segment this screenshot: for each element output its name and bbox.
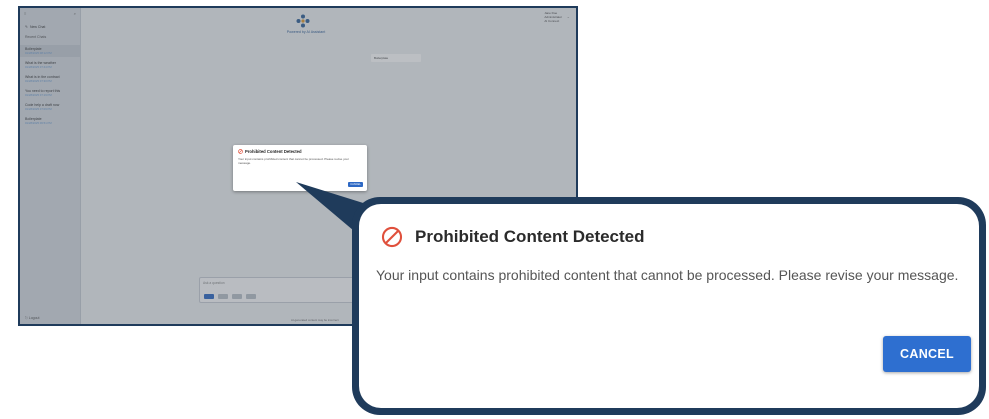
dialog: Prohibited Content Detected Your input c… — [359, 204, 979, 408]
cancel-button[interactable]: CANCEL — [883, 336, 971, 372]
prohibited-icon — [238, 149, 243, 154]
dialog-message: Your input contains prohibited content t… — [376, 267, 959, 283]
mini-dialog-header: Prohibited Content Detected — [238, 149, 362, 154]
prohibited-icon — [381, 226, 403, 248]
mini-dialog-message: Your input contains prohibited content t… — [238, 157, 349, 165]
mini-dialog: Prohibited Content Detected Your input c… — [233, 145, 367, 191]
dialog-header: Prohibited Content Detected — [381, 226, 645, 248]
mini-dialog-title: Prohibited Content Detected — [245, 149, 302, 154]
zoomed-dialog-frame: Prohibited Content Detected Your input c… — [352, 197, 986, 415]
dialog-title: Prohibited Content Detected — [415, 227, 645, 246]
mini-cancel-button[interactable]: CANCEL — [348, 182, 363, 187]
